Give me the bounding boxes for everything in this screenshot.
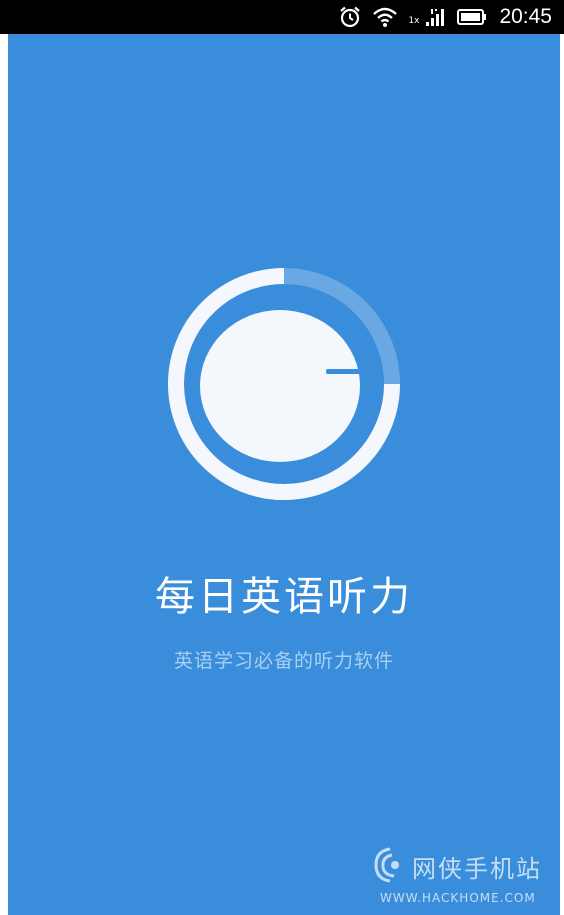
- status-clock: 20:45: [499, 5, 552, 28]
- wifi-icon: [372, 0, 398, 34]
- watermark-url: WWW.HACKHOME.COM: [380, 891, 536, 905]
- status-bar: 1x 20:45: [0, 0, 564, 34]
- network-type-label: 1x: [408, 16, 420, 26]
- battery-icon: [457, 0, 487, 34]
- watermark: 网侠手机站 WWW.HACKHOME.COM: [370, 841, 546, 907]
- app-logo-icon: [168, 268, 400, 500]
- screen: 1x 20:45 每日英语听力 英语学习必备的听力软件 网侠手机站 WWW.HA…: [0, 0, 564, 915]
- app-title: 每日英语听力: [155, 574, 413, 620]
- alarm-icon: [338, 0, 362, 34]
- app-tagline: 英语学习必备的听力软件: [173, 650, 394, 672]
- status-icons: 1x 20:45: [338, 0, 552, 34]
- watermark-name: 网侠手机站: [412, 855, 542, 883]
- signal-icon: [425, 0, 447, 34]
- splash-screen: 每日英语听力 英语学习必备的听力软件 网侠手机站 WWW.HACKHOME.CO…: [8, 34, 560, 915]
- watermark-logo-icon: [374, 847, 399, 883]
